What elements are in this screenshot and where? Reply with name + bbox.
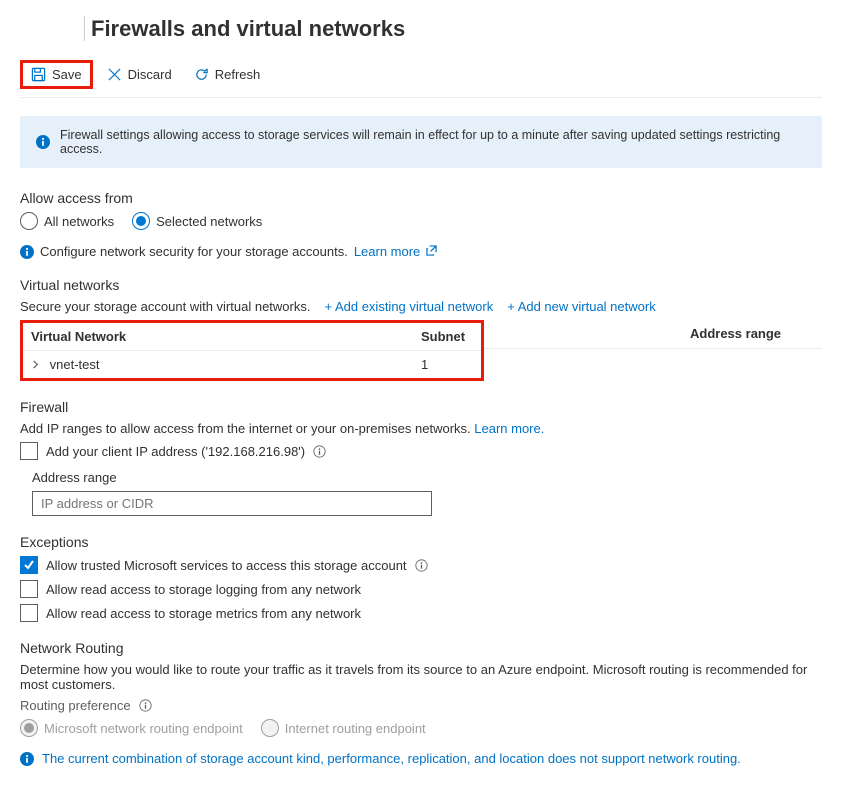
radio-internet-circle: [261, 719, 279, 737]
firewall-section: Firewall Add IP ranges to allow access f…: [20, 399, 822, 516]
metrics-row[interactable]: Allow read access to storage metrics fro…: [20, 604, 822, 622]
address-range-input[interactable]: [32, 491, 432, 516]
routing-pref-label: Routing preference: [20, 698, 131, 713]
col-vnet: Virtual Network: [31, 329, 421, 344]
firewall-desc: Add IP ranges to allow access from the i…: [20, 421, 471, 436]
firewall-heading: Firewall: [20, 399, 822, 415]
vnet-heading: Virtual networks: [20, 277, 822, 293]
exceptions-section: Exceptions Allow trusted Microsoft servi…: [20, 534, 822, 622]
logging-label: Allow read access to storage logging fro…: [46, 582, 361, 597]
info-icon: [36, 135, 50, 149]
page-title: Firewalls and virtual networks: [20, 0, 822, 54]
col-address-range: Address range: [690, 326, 781, 341]
vnet-table-highlight: Virtual Network Subnet vnet-test 1: [20, 320, 484, 381]
firewall-desc-row: Add IP ranges to allow access from the i…: [20, 421, 822, 436]
firewall-learn-more-link[interactable]: Learn more.: [474, 421, 544, 436]
allow-access-heading: Allow access from: [20, 190, 822, 206]
logging-checkbox[interactable]: [20, 580, 38, 598]
routing-pref-label-row: Routing preference: [20, 698, 822, 713]
radio-selected-label: Selected networks: [156, 214, 262, 229]
chevron-right-icon: [31, 360, 40, 369]
learn-more-text: Learn more: [354, 244, 420, 259]
allow-access-section: Allow access from All networks Selected …: [20, 190, 822, 381]
trusted-services-checkbox[interactable]: [20, 556, 38, 574]
page-title-text: Firewalls and virtual networks: [91, 16, 405, 41]
routing-section: Network Routing Determine how you would …: [20, 640, 822, 766]
save-icon: [31, 67, 46, 82]
vnet-row-name-cell: vnet-test: [31, 357, 421, 372]
info-icon[interactable]: [139, 699, 152, 712]
routing-warn-row: The current combination of storage accou…: [20, 751, 822, 766]
discard-button[interactable]: Discard: [99, 63, 180, 86]
metrics-checkbox[interactable]: [20, 604, 38, 622]
exceptions-heading: Exceptions: [20, 534, 822, 550]
logging-row[interactable]: Allow read access to storage logging fro…: [20, 580, 822, 598]
routing-desc: Determine how you would like to route yo…: [20, 662, 822, 692]
routing-radio-group: Microsoft network routing endpoint Inter…: [20, 719, 822, 737]
toolbar: Save Discard Refresh: [20, 54, 822, 98]
trusted-services-label: Allow trusted Microsoft services to acce…: [46, 558, 407, 573]
configure-text: Configure network security for your stor…: [40, 244, 348, 259]
vnet-table-container: Virtual Network Subnet vnet-test 1 Addre…: [20, 320, 822, 381]
routing-heading: Network Routing: [20, 640, 822, 656]
radio-selected-circle: [132, 212, 150, 230]
vnet-row-name: vnet-test: [50, 357, 100, 372]
radio-ms-circle: [20, 719, 38, 737]
refresh-icon: [194, 67, 209, 82]
discard-icon: [107, 67, 122, 82]
discard-label: Discard: [128, 67, 172, 82]
routing-warn-text: The current combination of storage accou…: [42, 751, 741, 766]
address-range-label: Address range: [32, 470, 822, 485]
vnet-table-header: Virtual Network Subnet: [23, 323, 481, 351]
vnet-table-row[interactable]: vnet-test 1: [23, 351, 481, 378]
add-new-vnet-link[interactable]: + Add new virtual network: [507, 299, 656, 314]
radio-all-circle: [20, 212, 38, 230]
info-icon[interactable]: [313, 445, 326, 458]
col-subnet: Subnet: [421, 329, 491, 344]
radio-internet-routing: Internet routing endpoint: [261, 719, 426, 737]
title-pipe: [84, 16, 85, 41]
learn-more-link[interactable]: Learn more: [354, 244, 437, 259]
trusted-services-row[interactable]: Allow trusted Microsoft services to acce…: [20, 556, 822, 574]
radio-selected-networks[interactable]: Selected networks: [132, 212, 262, 230]
external-link-icon: [426, 245, 437, 256]
info-icon: [20, 245, 34, 259]
client-ip-checkbox[interactable]: [20, 442, 38, 460]
metrics-label: Allow read access to storage metrics fro…: [46, 606, 361, 621]
refresh-button[interactable]: Refresh: [186, 63, 269, 86]
radio-all-networks[interactable]: All networks: [20, 212, 114, 230]
vnet-row-subnet: 1: [421, 357, 491, 372]
client-ip-label: Add your client IP address ('192.168.216…: [46, 444, 305, 459]
vnet-desc: Secure your storage account with virtual…: [20, 299, 310, 314]
radio-internet-label: Internet routing endpoint: [285, 721, 426, 736]
refresh-label: Refresh: [215, 67, 261, 82]
configure-hint-row: Configure network security for your stor…: [20, 244, 822, 259]
radio-all-label: All networks: [44, 214, 114, 229]
radio-ms-label: Microsoft network routing endpoint: [44, 721, 243, 736]
radio-ms-routing: Microsoft network routing endpoint: [20, 719, 243, 737]
access-radio-group: All networks Selected networks: [20, 212, 822, 230]
banner-text: Firewall settings allowing access to sto…: [60, 128, 806, 156]
add-existing-vnet-link[interactable]: + Add existing virtual network: [324, 299, 493, 314]
info-icon[interactable]: [415, 559, 428, 572]
info-icon: [20, 752, 34, 766]
save-label: Save: [52, 67, 82, 82]
client-ip-checkbox-row[interactable]: Add your client IP address ('192.168.216…: [20, 442, 822, 460]
vnet-desc-row: Secure your storage account with virtual…: [20, 299, 822, 314]
info-banner: Firewall settings allowing access to sto…: [20, 116, 822, 168]
save-button[interactable]: Save: [20, 60, 93, 89]
